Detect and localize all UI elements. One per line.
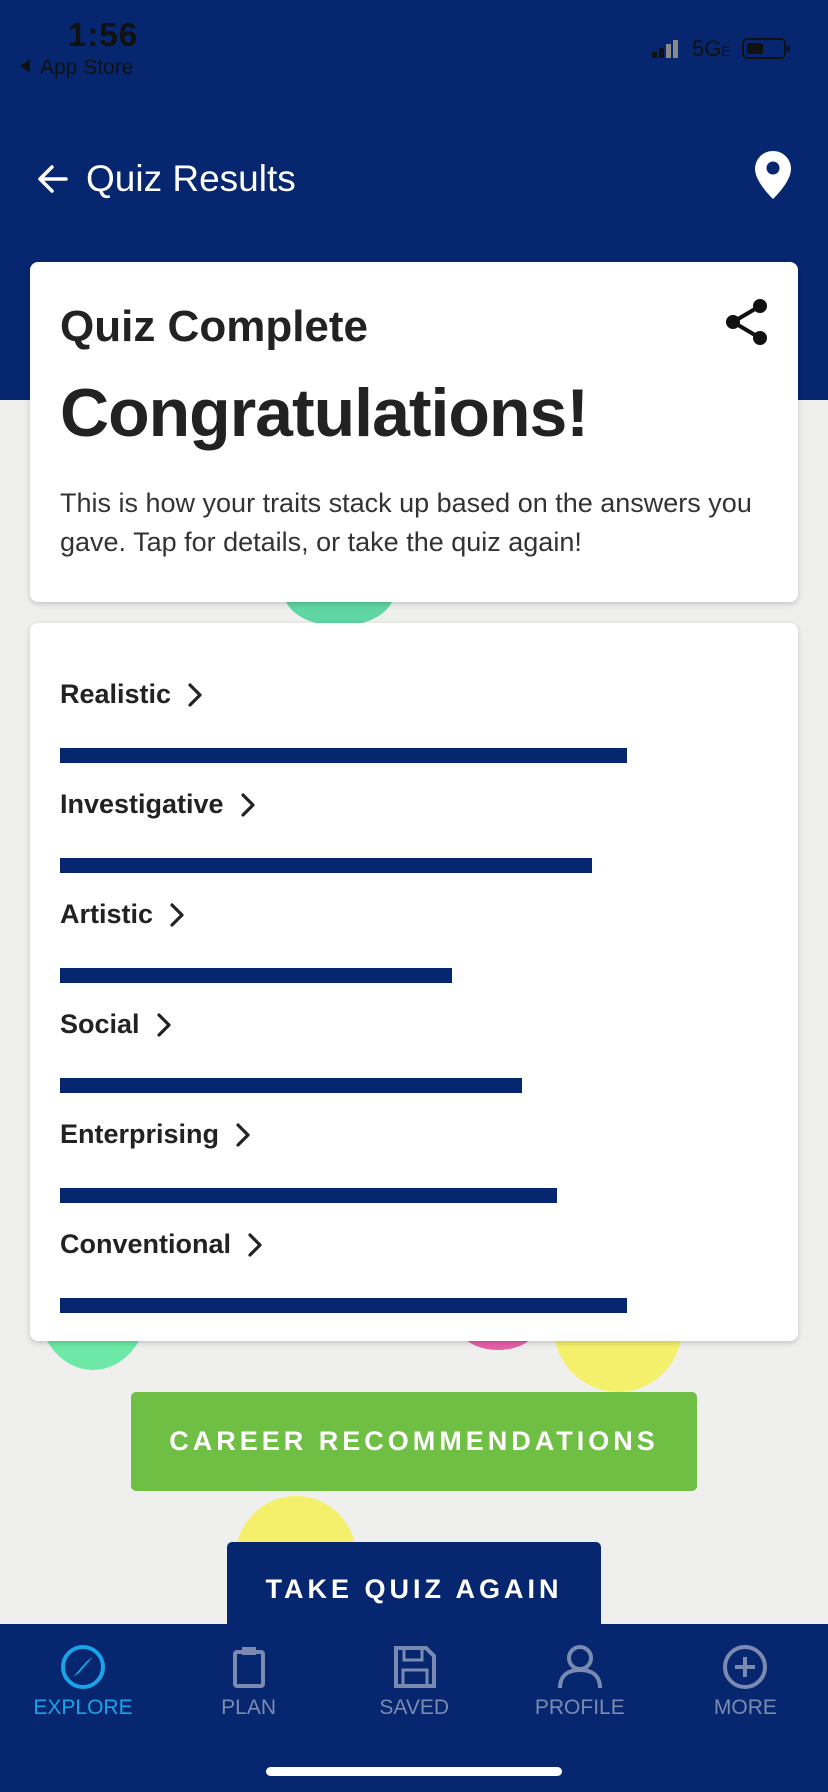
chevron-right-icon bbox=[240, 792, 255, 817]
share-icon[interactable] bbox=[724, 298, 770, 351]
tab-profile[interactable]: PROFILE bbox=[497, 1644, 663, 1720]
trait-score-bar bbox=[60, 968, 452, 983]
chevron-right-icon bbox=[236, 1122, 250, 1147]
career-recommendations-button[interactable]: CAREER RECOMMENDATIONS bbox=[131, 1392, 697, 1491]
trait-label: Investigative bbox=[60, 789, 224, 819]
back-to-app-link[interactable]: App Store bbox=[20, 56, 133, 80]
back-triangle-icon bbox=[20, 59, 30, 73]
tab-saved[interactable]: SAVED bbox=[331, 1644, 497, 1720]
floppy-disk-icon bbox=[331, 1644, 497, 1690]
trait-row-social[interactable]: Social bbox=[60, 1009, 172, 1040]
nav-bar: Quiz Results bbox=[36, 158, 296, 200]
quiz-summary-card: Quiz Complete Congratulations! This is h… bbox=[30, 262, 798, 602]
signal-icon bbox=[652, 40, 680, 58]
trait-score-bar bbox=[60, 748, 627, 763]
trait-score-bar bbox=[60, 1078, 522, 1093]
trait-score-bar bbox=[60, 1188, 557, 1203]
trait-row-realistic[interactable]: Realistic bbox=[60, 679, 203, 710]
network-type: 5G bbox=[692, 36, 722, 61]
chevron-right-icon bbox=[170, 902, 184, 927]
home-indicator[interactable] bbox=[266, 1767, 562, 1776]
chevron-right-icon bbox=[248, 1232, 262, 1257]
congratulations-title: Congratulations! bbox=[60, 375, 589, 451]
trait-score-bar bbox=[60, 858, 592, 873]
tab-explore[interactable]: EXPLORE bbox=[0, 1644, 166, 1720]
tab-label: PROFILE bbox=[534, 1696, 625, 1719]
trait-label: Social bbox=[60, 1009, 140, 1039]
trait-row-artistic[interactable]: Artistic bbox=[60, 899, 185, 930]
tab-label: MORE bbox=[713, 1696, 777, 1719]
compass-icon bbox=[0, 1644, 166, 1690]
chevron-right-icon bbox=[156, 1012, 171, 1037]
trait-label: Enterprising bbox=[60, 1119, 220, 1149]
trait-label: Artistic bbox=[60, 899, 154, 929]
plus-circle-icon bbox=[662, 1644, 828, 1690]
status-bar: 1:56 App Store 5GE bbox=[0, 0, 828, 90]
tab-more[interactable]: MORE bbox=[662, 1644, 828, 1720]
status-time: 1:56 bbox=[68, 16, 139, 53]
summary-description: This is how your traits stack up based o… bbox=[60, 488, 752, 557]
back-app-label: App Store bbox=[40, 56, 134, 79]
page-title: Quiz Results bbox=[86, 158, 296, 199]
chevron-right-icon bbox=[188, 682, 202, 707]
tab-label: SAVED bbox=[379, 1696, 449, 1719]
tab-plan[interactable]: PLAN bbox=[166, 1644, 332, 1720]
network-suffix: E bbox=[721, 43, 731, 59]
person-icon bbox=[497, 1644, 663, 1690]
location-pin-icon[interactable] bbox=[754, 150, 792, 205]
back-arrow-icon[interactable] bbox=[36, 162, 70, 196]
trait-label: Realistic bbox=[60, 679, 172, 709]
quiz-complete-heading: Quiz Complete bbox=[60, 302, 369, 351]
tab-label: EXPLORE bbox=[33, 1696, 133, 1719]
trait-score-bar bbox=[60, 1298, 627, 1313]
take-quiz-again-button[interactable]: TAKE QUIZ AGAIN bbox=[227, 1542, 601, 1636]
trait-label: Conventional bbox=[60, 1229, 232, 1259]
trait-row-enterprising[interactable]: Enterprising bbox=[60, 1119, 251, 1150]
traits-card: Realistic Investigative Artistic Social Ente… bbox=[30, 623, 798, 1341]
trait-row-conventional[interactable]: Conventional bbox=[60, 1229, 263, 1260]
battery-icon bbox=[742, 38, 790, 59]
tab-label: PLAN bbox=[221, 1696, 277, 1719]
clipboard-icon bbox=[166, 1644, 332, 1690]
trait-row-investigative[interactable]: Investigative bbox=[60, 789, 256, 820]
network-label: 5GE bbox=[692, 36, 731, 62]
